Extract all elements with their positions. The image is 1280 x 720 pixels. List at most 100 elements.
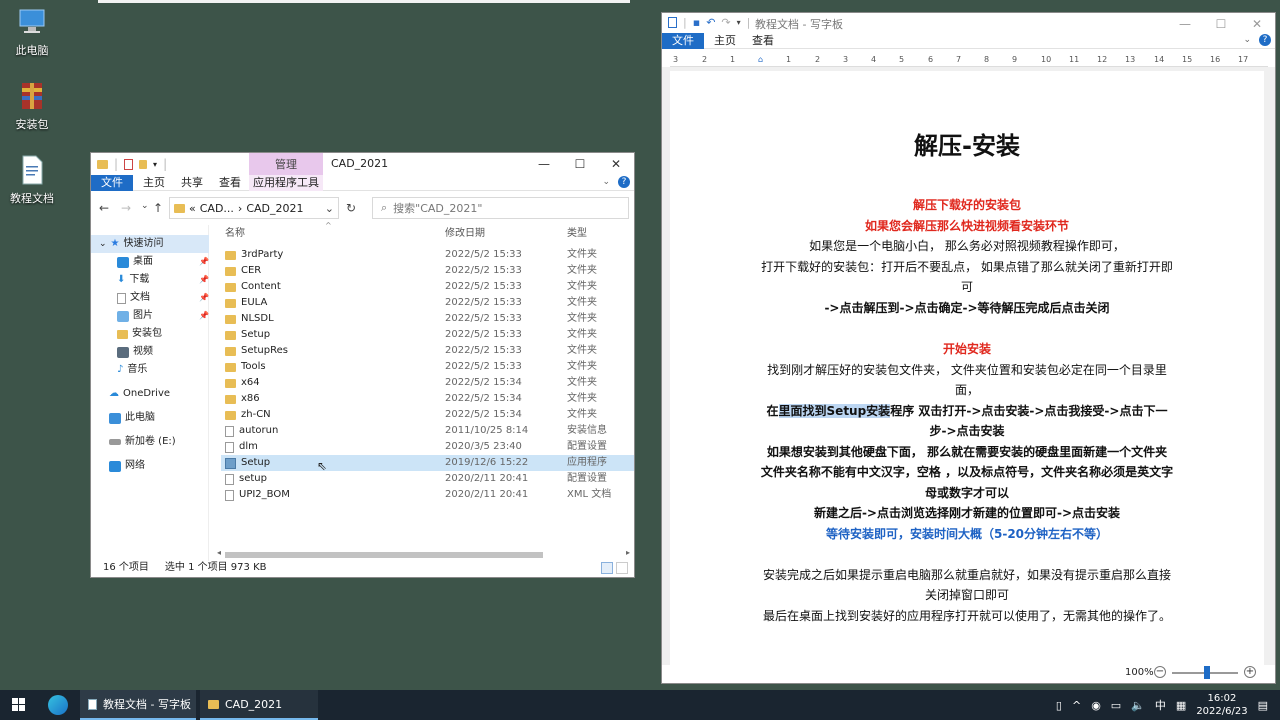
tab-file[interactable]: 文件 (91, 175, 133, 191)
table-row[interactable]: UPI2_BOM 2020/2/11 20:41 XML 文档 (221, 487, 634, 503)
nav-item-drive-e[interactable]: 新加卷 (E:) (91, 433, 176, 451)
refresh-icon[interactable]: ↻ (346, 201, 356, 215)
folder-icon (225, 362, 236, 372)
expand-ribbon-icon[interactable]: ⌄ (1243, 35, 1251, 45)
zoom-slider-thumb[interactable] (1204, 666, 1210, 679)
nav-item-onedrive[interactable]: ☁ OneDrive (91, 385, 170, 403)
help-icon[interactable]: ? (618, 176, 630, 188)
table-row[interactable]: EULA 2022/5/2 15:33 文件夹 (221, 295, 634, 311)
back-arrow-icon[interactable]: ← (99, 201, 109, 215)
properties-icon[interactable] (124, 158, 134, 170)
indent-marker-icon[interactable]: ⌂ (758, 55, 763, 64)
tab-home[interactable]: 主页 (714, 33, 736, 49)
volume-icon[interactable]: 🔈 (1131, 699, 1145, 712)
nav-item-network[interactable]: 网络 (91, 457, 145, 475)
save-icon[interactable]: ▪ (693, 16, 700, 29)
table-row[interactable]: dlm 2020/3/5 23:40 配置设置 (221, 439, 634, 455)
desktop-icon-install-package[interactable]: 安装包 (0, 80, 64, 132)
nav-item-quick-access[interactable]: ⌄ ★ 快速访问 (91, 235, 209, 253)
edge-browser-icon[interactable] (48, 695, 68, 715)
large-icons-view-icon[interactable] (616, 562, 628, 574)
undo-icon[interactable]: ↶ (706, 16, 715, 29)
zoom-in-icon[interactable]: + (1244, 666, 1256, 678)
tray-device-icon[interactable]: ▯ (1056, 699, 1062, 712)
nav-item-this-pc[interactable]: 此电脑 (91, 409, 155, 427)
maximize-icon[interactable]: ☐ (562, 153, 598, 175)
close-icon[interactable]: ✕ (598, 153, 634, 175)
file-explorer-window: | ▾ | 管理 CAD_2021 — ☐ ✕ 文件 主页 共享 查看 应用程序… (90, 152, 635, 578)
security-icon[interactable]: ◉ (1091, 699, 1101, 712)
close-icon[interactable]: ✕ (1239, 13, 1275, 35)
column-header-type[interactable]: 类型 (567, 225, 587, 243)
details-view-icon[interactable] (601, 562, 613, 574)
tab-share[interactable]: 共享 (181, 175, 203, 191)
chevron-down-icon[interactable]: ▾ (737, 18, 741, 27)
scroll-left-icon[interactable]: ◂ (217, 548, 221, 557)
minimize-icon[interactable]: — (1167, 13, 1203, 35)
zoom-out-icon[interactable]: − (1154, 666, 1166, 678)
table-row-selected[interactable]: Setup 2019/12/6 15:22 应用程序 (221, 455, 634, 471)
explorer-title-bar: | ▾ | 管理 CAD_2021 — ☐ ✕ (91, 153, 634, 175)
network-icon[interactable]: ▭ (1111, 699, 1121, 712)
manage-tab[interactable]: 管理 (249, 153, 323, 175)
column-header-date[interactable]: 修改日期 (445, 225, 485, 243)
table-row[interactable]: x64 2022/5/2 15:34 文件夹 (221, 375, 634, 391)
ime-indicator[interactable]: 中 (1155, 697, 1166, 713)
nav-item-pictures[interactable]: 图片 📌 (91, 307, 209, 325)
chevron-down-icon[interactable]: ▾ (153, 160, 157, 169)
windows-start-icon[interactable] (12, 698, 26, 712)
table-row[interactable]: Content 2022/5/2 15:33 文件夹 (221, 279, 634, 295)
scrollbar-thumb[interactable] (225, 552, 543, 558)
maximize-icon[interactable]: ☐ (1203, 13, 1239, 35)
show-hidden-icons-chevron-icon[interactable]: ^ (1072, 699, 1081, 712)
table-row[interactable]: autorun 2011/10/25 8:14 安装信息 (221, 423, 634, 439)
nav-item-desktop[interactable]: 桌面 📌 (91, 253, 209, 271)
table-row[interactable]: NLSDL 2022/5/2 15:33 文件夹 (221, 311, 634, 327)
table-row[interactable]: x86 2022/5/2 15:34 文件夹 (221, 391, 634, 407)
notification-icon[interactable]: ▤ (1258, 699, 1268, 712)
folder-icon (225, 394, 236, 404)
table-row[interactable]: zh-CN 2022/5/2 15:34 文件夹 (221, 407, 634, 423)
clock[interactable]: 16:02 2022/6/23 (1196, 692, 1247, 718)
column-header-name[interactable]: 名称 (225, 225, 245, 243)
nav-item-documents[interactable]: 文档 📌 (91, 289, 209, 307)
redo-icon[interactable]: ↷ (721, 16, 730, 29)
doc-line: 关闭掉窗口即可 (924, 588, 1009, 602)
doc-line: 找到刚才解压好的安装包文件夹， 文件夹位置和安装包必定在同一个目录里 (767, 363, 1167, 377)
nav-item-music[interactable]: ♪ 音乐 (91, 361, 147, 379)
document-page[interactable]: 解压-安装 解压下载好的安装包 如果您会解压那么快进视频看安装环节 如果您是一个… (670, 71, 1264, 665)
scroll-right-icon[interactable]: ▸ (626, 548, 630, 557)
search-input[interactable]: ⌕ 搜索"CAD_2021" (372, 197, 629, 219)
doc-line: 面， (954, 383, 979, 397)
table-row[interactable]: 3rdParty 2022/5/2 15:33 文件夹 (221, 247, 634, 263)
table-row[interactable]: Setup 2022/5/2 15:33 文件夹 (221, 327, 634, 343)
tab-home[interactable]: 主页 (143, 175, 165, 191)
taskbar-app-wordpad[interactable]: 教程文档 - 写字板 (80, 690, 196, 720)
help-icon[interactable]: ? (1259, 34, 1271, 46)
table-row[interactable]: CER 2022/5/2 15:33 文件夹 (221, 263, 634, 279)
forward-arrow-icon[interactable]: → (121, 201, 131, 215)
desktop-icon-this-pc[interactable]: 此电脑 (0, 6, 64, 58)
table-row[interactable]: setup 2020/2/11 20:41 配置设置 (221, 471, 634, 487)
nav-item-install-package[interactable]: 安装包 (91, 325, 162, 343)
tab-file[interactable]: 文件 (662, 33, 704, 49)
wordpad-status-bar: 100% − + (662, 663, 1275, 683)
new-folder-icon[interactable] (139, 159, 148, 169)
tab-app-tools[interactable]: 应用程序工具 (249, 175, 323, 191)
table-row[interactable]: Tools 2022/5/2 15:33 文件夹 (221, 359, 634, 375)
tab-view[interactable]: 查看 (219, 175, 241, 191)
desktop-icon-tutorial-doc[interactable]: 教程文档 (0, 154, 64, 206)
tab-view[interactable]: 查看 (752, 33, 774, 49)
expand-ribbon-icon[interactable]: ⌄ (602, 177, 610, 187)
nav-item-downloads[interactable]: ⬇ 下载 📌 (91, 271, 209, 289)
archive-icon (17, 80, 47, 112)
up-arrow-icon[interactable]: ↑ (153, 201, 163, 215)
taskbar-app-explorer[interactable]: CAD_2021 (200, 690, 318, 720)
table-row[interactable]: SetupRes 2022/5/2 15:33 文件夹 (221, 343, 634, 359)
ime-mode-icon[interactable]: ▦ (1176, 699, 1186, 712)
chevron-down-icon[interactable]: ⌄ (325, 202, 334, 215)
address-box[interactable]: « CAD... › CAD_2021 ⌄ (169, 197, 339, 219)
recent-locations-icon[interactable]: ⌄ (141, 201, 149, 211)
minimize-icon[interactable]: — (526, 153, 562, 175)
nav-item-videos[interactable]: 视频 (91, 343, 153, 361)
